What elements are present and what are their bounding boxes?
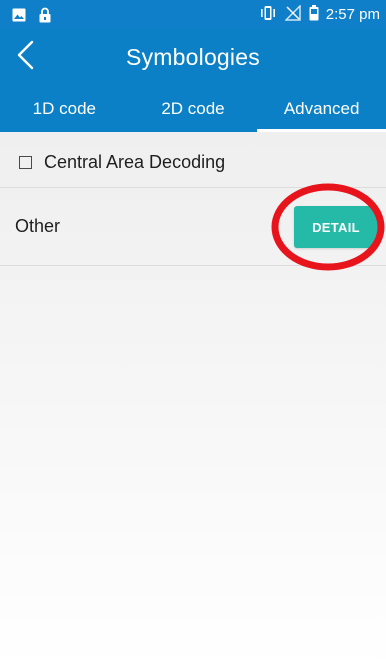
- tab-2d-code[interactable]: 2D code: [129, 85, 258, 132]
- page-title: Symbologies: [126, 44, 260, 70]
- status-bar: 2:57 pm: [0, 0, 386, 29]
- status-time: 2:57 pm: [325, 6, 380, 23]
- central-area-decoding-row[interactable]: Central Area Decoding: [0, 137, 386, 187]
- status-left-icons: [12, 7, 51, 23]
- central-area-decoding-label: Central Area Decoding: [44, 151, 226, 172]
- status-right-icons: 2:57 pm: [259, 3, 380, 26]
- other-label: Other: [15, 216, 61, 236]
- tab-advanced[interactable]: Advanced: [257, 85, 386, 132]
- tab-1d-code[interactable]: 1D code: [0, 85, 129, 132]
- central-area-decoding-checkbox[interactable]: [19, 155, 32, 169]
- app-bar: Symbologies: [0, 29, 386, 85]
- symbologies-screen: 2:57 pm Symbologies 1D code 2D code Adva…: [0, 0, 386, 670]
- vibrate-icon: [259, 5, 277, 26]
- detail-button[interactable]: DETAIL: [294, 206, 378, 248]
- no-signal-icon: [283, 3, 301, 26]
- other-row: Other DETAIL: [0, 188, 386, 265]
- lock-icon: [39, 7, 51, 28]
- battery-icon: [309, 4, 319, 26]
- tab-bar: 1D code 2D code Advanced: [0, 85, 386, 132]
- image-icon: [12, 8, 26, 27]
- divider: [0, 265, 386, 266]
